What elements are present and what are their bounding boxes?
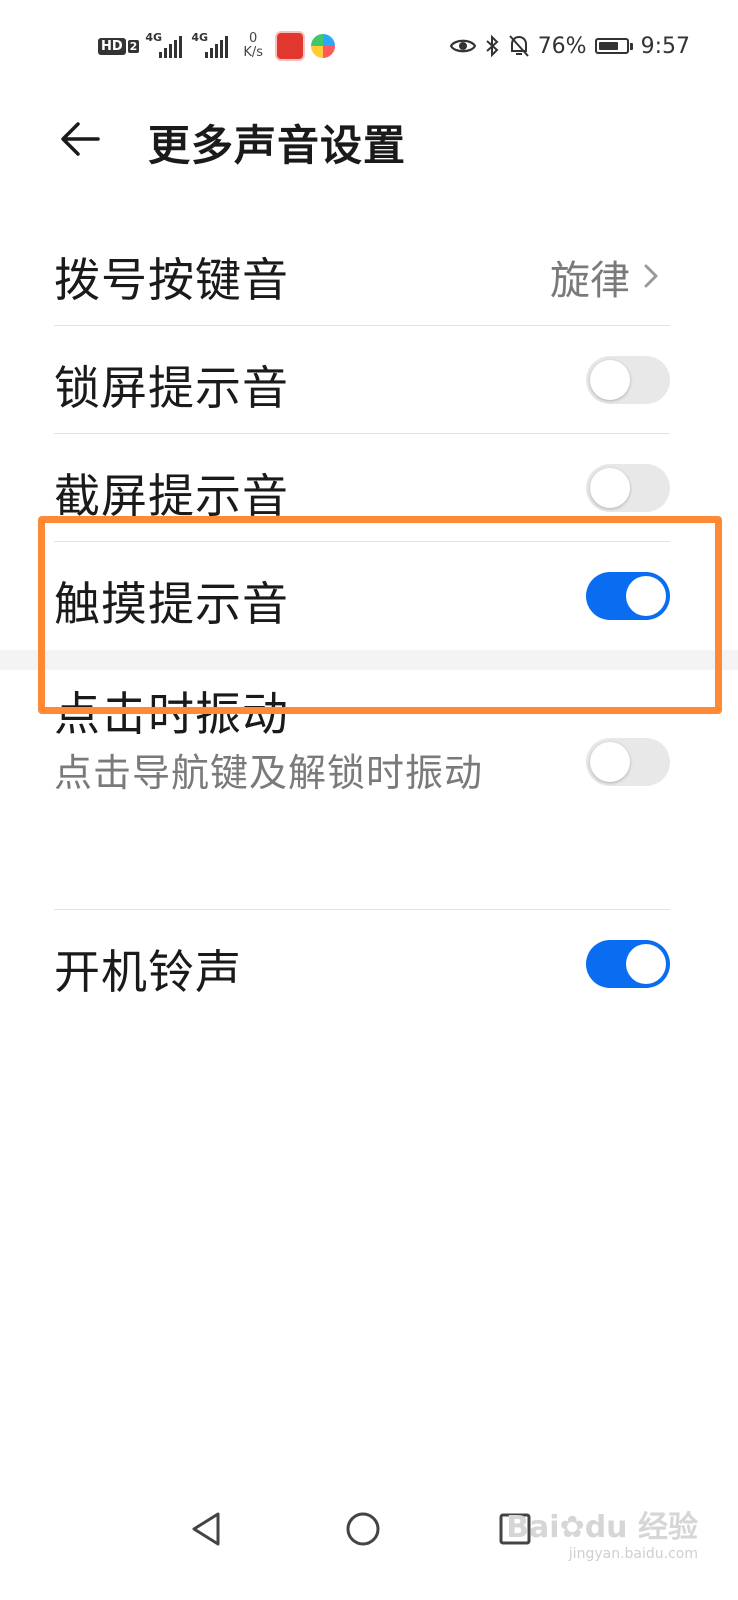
setting-touch-sound: 触摸提示音	[54, 542, 670, 650]
touch-sound-toggle[interactable]	[586, 572, 670, 620]
watermark-url: jingyan.baidu.com	[568, 1546, 698, 1562]
boot-ringtone-toggle[interactable]	[586, 940, 670, 988]
browser-notification-icon	[311, 34, 336, 58]
setting-description: 点击导航键及解锁时振动	[54, 751, 484, 795]
setting-label: 触摸提示音	[54, 577, 289, 631]
network-speed: 0 K/s	[243, 32, 263, 60]
status-bar: HD 2 4G 4G 0 K/s 76% 9:57	[0, 0, 738, 90]
status-right: 76% 9:57	[449, 28, 690, 64]
tap-vibration-toggle[interactable]	[586, 738, 670, 786]
watermark-brand-suffix: du	[584, 1510, 628, 1545]
section-divider	[0, 650, 738, 670]
screenshot-sound-toggle[interactable]	[586, 464, 670, 512]
setting-dial-tone[interactable]: 拨号按键音 旋律	[54, 218, 670, 326]
setting-label: 截屏提示音	[54, 469, 289, 523]
setting-lock-sound: 锁屏提示音	[54, 326, 670, 434]
setting-label: 锁屏提示音	[54, 361, 289, 415]
chevron-right-icon	[644, 264, 658, 288]
setting-label: 点击时振动	[54, 687, 289, 741]
bell-muted-icon	[508, 35, 529, 57]
setting-label: 拨号按键音	[54, 253, 289, 307]
setting-boot-ringtone: 开机铃声	[54, 910, 670, 1018]
watermark-brand: Bai	[506, 1510, 560, 1545]
app-header: 更多声音设置	[0, 100, 738, 180]
baidu-watermark: Bai✿du 经验 jingyan.baidu.com	[506, 1502, 698, 1562]
setting-value: 旋律	[550, 258, 630, 304]
watermark-cn: 经验	[638, 1510, 698, 1545]
hd-label: HD	[98, 37, 126, 55]
page-title: 更多声音设置	[148, 121, 407, 170]
clock: 9:57	[640, 33, 690, 59]
nav-home-icon[interactable]	[338, 1504, 388, 1554]
setting-tap-vibration: 点击时振动 点击导航键及解锁时振动	[54, 670, 670, 910]
settings-list: 拨号按键音 旋律 锁屏提示音 截屏提示音 触摸提示音 点击时振动 点击导航键及解…	[0, 218, 738, 1018]
setting-screenshot-sound: 截屏提示音	[54, 434, 670, 542]
hd-sim-number: 2	[127, 39, 140, 53]
network-speed-unit: K/s	[243, 45, 264, 60]
battery-percent: 76%	[537, 33, 587, 59]
sim1-signal-icon: 4G	[145, 32, 185, 60]
setting-label: 开机铃声	[54, 945, 242, 999]
network-speed-value: 0	[249, 31, 258, 46]
paw-icon: ✿	[559, 1510, 585, 1545]
eye-icon	[449, 39, 476, 53]
hd-voice-icon: HD 2	[98, 37, 140, 55]
sim2-signal-icon: 4G	[191, 32, 231, 60]
nav-back-icon[interactable]	[182, 1504, 232, 1554]
status-left: HD 2 4G 4G 0 K/s	[98, 28, 336, 64]
app-notification-icon	[275, 31, 306, 61]
battery-icon	[594, 38, 633, 54]
lock-sound-toggle[interactable]	[586, 356, 670, 404]
bluetooth-icon	[486, 34, 499, 58]
back-arrow-icon[interactable]	[56, 114, 106, 164]
